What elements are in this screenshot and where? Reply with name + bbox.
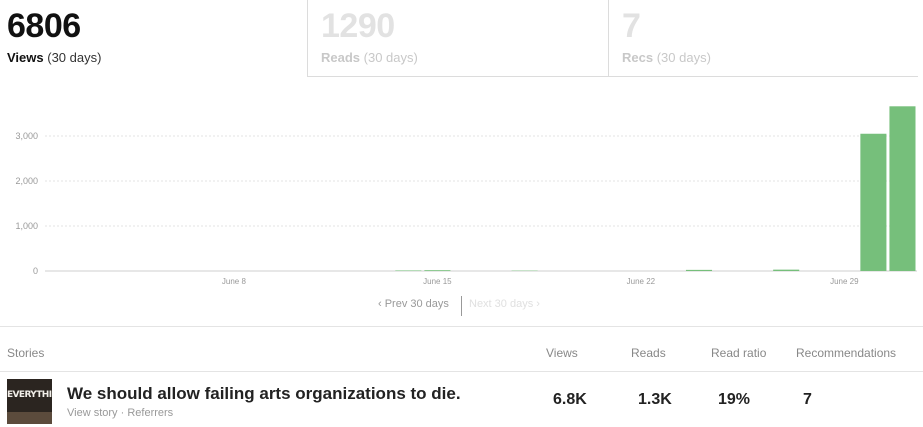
bar bbox=[685, 269, 713, 271]
views-count: 6806 bbox=[7, 7, 81, 45]
story-links: View story · Referrers bbox=[67, 407, 173, 419]
section-divider bbox=[0, 326, 923, 327]
col-header-recommendations[interactable]: Recommendations bbox=[796, 346, 896, 360]
reads-label-text: Reads bbox=[321, 50, 361, 65]
tab-recs[interactable]: 7 Recs (30 days) bbox=[608, 0, 918, 77]
reads-label: Reads (30 days) bbox=[321, 50, 418, 66]
story-reads: 1.3K bbox=[638, 391, 672, 408]
views-bar-chart: 0 1,000 2,000 3,000 June 8 June 15 June 22 June… bbox=[15, 106, 917, 286]
col-header-stories: Stories bbox=[7, 346, 45, 360]
y-tick-label: 3,000 bbox=[15, 131, 38, 141]
thumbnail-band bbox=[7, 412, 52, 424]
recs-label: Recs (30 days) bbox=[622, 50, 711, 66]
x-tick-label: June 8 bbox=[222, 277, 247, 286]
views-label: Views (30 days) bbox=[7, 50, 101, 66]
col-header-views[interactable]: Views bbox=[546, 346, 578, 360]
story-views: 6.8K bbox=[553, 391, 587, 408]
col-header-reads[interactable]: Reads bbox=[631, 346, 666, 360]
bar bbox=[773, 269, 800, 271]
chart-pager: ‹ Prev 30 days Next 30 days › bbox=[0, 296, 923, 316]
link-separator: · bbox=[120, 407, 125, 419]
bar bbox=[424, 270, 451, 271]
bar bbox=[889, 106, 916, 271]
col-header-read-ratio[interactable]: Read ratio bbox=[711, 346, 766, 360]
x-tick-label: June 22 bbox=[627, 277, 656, 286]
views-label-text: Views bbox=[7, 50, 44, 65]
reads-period: (30 days) bbox=[363, 50, 418, 65]
pager-divider bbox=[461, 296, 462, 316]
thumbnail-text: EVERYTHING GOING TO BE OK bbox=[7, 390, 52, 400]
y-tick-label: 1,000 bbox=[15, 221, 38, 231]
views-period: (30 days) bbox=[47, 50, 102, 65]
prev-30-days-link[interactable]: ‹ Prev 30 days bbox=[378, 298, 449, 310]
x-tick-label: June 15 bbox=[423, 277, 452, 286]
recs-count: 7 bbox=[622, 7, 641, 45]
story-recs: 7 bbox=[803, 391, 812, 408]
tab-views[interactable]: 6806 Views (30 days) bbox=[7, 0, 307, 78]
reads-count: 1290 bbox=[321, 7, 395, 45]
y-tick-label: 2,000 bbox=[15, 176, 38, 186]
bar bbox=[395, 270, 422, 271]
story-read-ratio: 19% bbox=[718, 391, 751, 408]
stats-tabs: 6806 Views (30 days) 1290 Reads (30 days… bbox=[0, 0, 923, 78]
view-story-link[interactable]: View story bbox=[67, 407, 118, 419]
y-tick-label: 0 bbox=[33, 266, 38, 276]
tab-reads[interactable]: 1290 Reads (30 days) bbox=[307, 0, 608, 77]
bar bbox=[860, 133, 887, 271]
header-divider bbox=[0, 371, 923, 372]
recs-period: (30 days) bbox=[656, 50, 711, 65]
story-thumbnail[interactable]: EVERYTHING GOING TO BE OK bbox=[7, 379, 52, 424]
x-tick-label: June 29 bbox=[830, 277, 859, 286]
next-30-days-link: Next 30 days › bbox=[469, 298, 540, 310]
referrers-link[interactable]: Referrers bbox=[127, 407, 173, 419]
story-title[interactable]: We should allow failing arts organizatio… bbox=[67, 384, 461, 404]
recs-label-text: Recs bbox=[622, 50, 654, 65]
